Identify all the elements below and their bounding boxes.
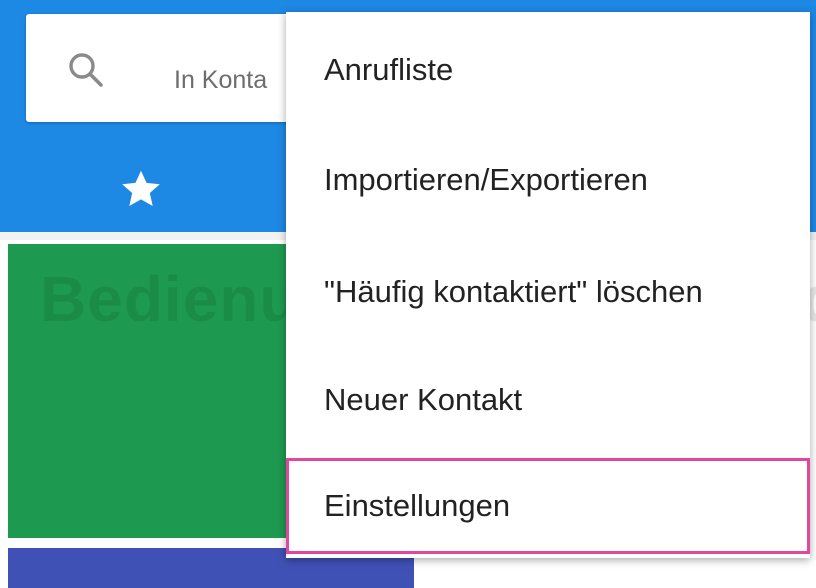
search-icon[interactable] xyxy=(66,50,106,90)
menu-item-new-contact[interactable]: Neuer Kontakt xyxy=(286,344,810,456)
menu-item-anrufliste[interactable]: Anrufliste xyxy=(286,14,810,126)
menu-item-clear-frequent[interactable]: "Häufig kontaktiert" löschen xyxy=(286,236,810,348)
overflow-menu: Anrufliste Importieren/Exportieren "Häuf… xyxy=(286,12,810,558)
menu-item-settings[interactable]: Einstellungen xyxy=(286,458,810,554)
star-icon[interactable] xyxy=(118,166,164,212)
menu-item-import-export[interactable]: Importieren/Exportieren xyxy=(286,124,810,236)
search-input[interactable]: In Konta xyxy=(174,66,267,95)
